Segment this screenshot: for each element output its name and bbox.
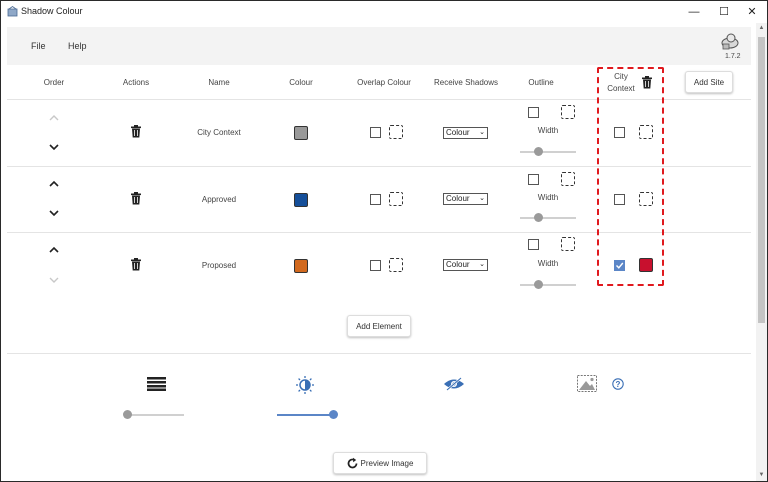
outline-checkbox[interactable] <box>528 107 539 118</box>
delete-row-icon[interactable] <box>130 125 142 138</box>
width-slider-thumb[interactable] <box>534 147 543 156</box>
width-label: Width <box>537 193 559 202</box>
eye-off-icon[interactable] <box>443 377 465 391</box>
move-down-icon <box>49 277 59 283</box>
lines-slider-track[interactable] <box>125 414 184 416</box>
brightness-slider-thumb[interactable] <box>329 410 338 419</box>
add-element-button[interactable]: Add Element <box>347 315 411 337</box>
refresh-icon <box>347 457 358 469</box>
delete-row-icon[interactable] <box>130 192 142 205</box>
width-label: Width <box>537 126 559 135</box>
colour-swatch[interactable] <box>294 126 308 140</box>
header-order: Order <box>43 78 65 87</box>
outline-checkbox[interactable] <box>528 239 539 250</box>
brightness-slider-track[interactable] <box>277 414 334 416</box>
outline-colour-picker[interactable] <box>561 237 575 251</box>
colour-swatch[interactable] <box>294 193 308 207</box>
preview-image-button[interactable]: Preview Image <box>333 452 427 474</box>
receive-shadows-select[interactable]: Colour ⌄ <box>443 259 488 271</box>
scroll-up-icon[interactable]: ▲ <box>758 25 765 31</box>
image-icon[interactable] <box>577 375 597 392</box>
width-slider-track[interactable] <box>520 217 576 219</box>
move-up-icon <box>49 115 59 121</box>
overlap-colour-picker[interactable] <box>389 192 403 206</box>
move-down-icon[interactable] <box>48 208 60 218</box>
move-up-icon[interactable] <box>48 179 60 189</box>
width-label: Width <box>537 259 559 268</box>
menu-file[interactable]: File <box>31 41 46 51</box>
overlap-checkbox[interactable] <box>370 260 381 271</box>
receive-shadows-select[interactable]: Colour ⌄ <box>443 127 488 139</box>
svg-text:?: ? <box>616 380 621 389</box>
chevron-down-icon: ⌄ <box>479 129 485 136</box>
move-up-icon[interactable] <box>48 245 60 255</box>
outline-colour-picker[interactable] <box>561 105 575 119</box>
brightness-icon[interactable] <box>295 375 315 395</box>
receive-shadows-value: Colour <box>446 260 470 269</box>
overlap-colour-picker[interactable] <box>389 125 403 139</box>
width-slider-track[interactable] <box>520 284 576 286</box>
lines-slider-thumb[interactable] <box>123 410 132 419</box>
maximize-button[interactable]: ☐ <box>709 3 739 21</box>
receive-shadows-select[interactable]: Colour ⌄ <box>443 193 488 205</box>
overlap-checkbox[interactable] <box>370 194 381 205</box>
chevron-down-icon: ⌄ <box>479 195 485 202</box>
overlap-checkbox[interactable] <box>370 127 381 138</box>
globe-app-icon <box>7 6 18 17</box>
add-site-button[interactable]: Add Site <box>685 71 733 93</box>
width-slider-track[interactable] <box>520 151 576 153</box>
scroll-down-icon[interactable]: ▼ <box>758 472 765 478</box>
row-name: City Context <box>197 128 241 137</box>
minimize-button[interactable]: — <box>679 3 709 21</box>
move-down-icon[interactable] <box>48 142 60 152</box>
site-column-highlight <box>597 67 664 286</box>
receive-shadows-value: Colour <box>446 128 470 137</box>
help-icon[interactable]: ? <box>612 378 624 390</box>
width-slider-thumb[interactable] <box>534 280 543 289</box>
colour-swatch[interactable] <box>294 259 308 273</box>
header-name: Name <box>208 78 230 87</box>
section-divider <box>7 353 751 354</box>
header-overlap-colour: Overlap Colour <box>357 78 411 87</box>
scrollbar-thumb[interactable] <box>758 37 765 323</box>
cloud-user-icon[interactable] <box>720 32 740 50</box>
app-window: Shadow Colour — ☐ ✕ File Help 1.7.2 Orde… <box>0 0 768 482</box>
header-actions: Actions <box>122 78 150 87</box>
preview-image-label: Preview Image <box>360 459 414 468</box>
title-bar: Shadow Colour — ☐ ✕ <box>1 1 767 23</box>
header-colour: Colour <box>289 78 313 87</box>
row-name: Proposed <box>201 261 237 270</box>
menu-help[interactable]: Help <box>68 41 87 51</box>
version-label: 1.7.2 <box>725 53 741 60</box>
receive-shadows-value: Colour <box>446 194 470 203</box>
header-outline: Outline <box>528 78 554 87</box>
chevron-down-icon: ⌄ <box>479 261 485 268</box>
lines-icon[interactable] <box>147 377 166 391</box>
header-receive-shadows: Receive Shadows <box>433 78 499 87</box>
outline-colour-picker[interactable] <box>561 172 575 186</box>
window-title: Shadow Colour <box>21 6 83 16</box>
row-name: Approved <box>201 195 237 204</box>
close-button[interactable]: ✕ <box>737 3 767 21</box>
overlap-colour-picker[interactable] <box>389 258 403 272</box>
delete-row-icon[interactable] <box>130 258 142 271</box>
menu-bar: File Help <box>7 27 751 65</box>
outline-checkbox[interactable] <box>528 174 539 185</box>
width-slider-thumb[interactable] <box>534 213 543 222</box>
